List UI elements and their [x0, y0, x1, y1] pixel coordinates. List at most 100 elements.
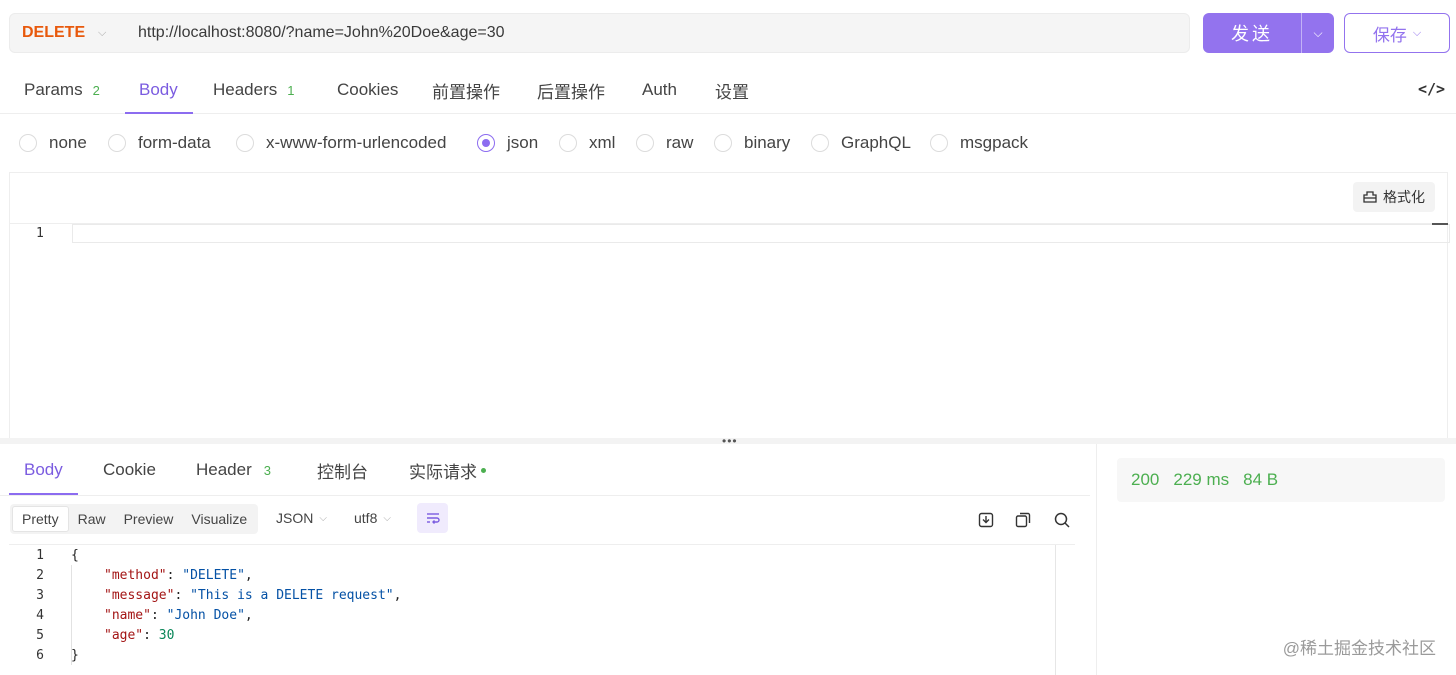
line-number: 1 [36, 226, 44, 241]
code-text: "name": "John Doe", [104, 607, 253, 623]
radio-label: json [507, 133, 539, 152]
radio-msgpack[interactable]: msgpack [930, 114, 1028, 172]
encoding-dropdown[interactable]: utf8 ⌵ [354, 510, 391, 526]
view-pretty[interactable]: Pretty [12, 506, 69, 532]
line-number: 3 [36, 587, 44, 603]
watermark: @稀土掘金技术社区 [1282, 639, 1436, 658]
format-icon [1363, 191, 1377, 203]
code-icon[interactable]: </> [1418, 80, 1445, 98]
status-dot-icon [481, 467, 486, 473]
save-button-label: 保存 [1372, 25, 1407, 45]
resp-tab-header[interactable]: Header 3 [196, 444, 271, 496]
request-bar: DELETE ⌵ http://localhost:8080/?name=Joh… [0, 0, 1456, 66]
current-line-highlight [72, 224, 1450, 243]
tab-body[interactable]: Body [139, 66, 178, 114]
save-button[interactable]: 保存 ⌵ [1344, 13, 1450, 53]
code-text: "message": "This is a DELETE request", [104, 587, 402, 603]
json-comma: , [393, 587, 402, 603]
tab-label: Body [139, 80, 178, 99]
radio-circle [811, 134, 829, 152]
tab-count: 1 [287, 82, 295, 98]
tab-params[interactable]: Params 2 [24, 66, 100, 114]
send-button[interactable]: 发送 [1203, 13, 1301, 53]
chevron-down-icon: ⌵ [1412, 26, 1422, 39]
code-text: "age": 30 [104, 627, 175, 643]
json-comma: , [244, 607, 253, 623]
tab-label: Body [24, 460, 63, 479]
format-value: JSON [276, 510, 314, 526]
radio-label: none [49, 133, 87, 152]
download-icon[interactable] [976, 510, 996, 530]
radio-graphql[interactable]: GraphQL [811, 114, 911, 172]
radio-circle [714, 134, 732, 152]
json-key: "method" [104, 567, 167, 583]
send-options-chevron-icon[interactable]: ⌵ [1301, 13, 1334, 53]
radio-binary[interactable]: binary [714, 114, 790, 172]
view-mode-group: Pretty Raw Preview Visualize [10, 504, 259, 534]
resp-tab-actual-request[interactable]: 实际请求 [409, 444, 486, 496]
json-key: "age" [104, 627, 144, 643]
tab-label: Cookies [337, 80, 399, 99]
url-input[interactable]: http://localhost:8080/?name=John%20Doe&a… [138, 24, 505, 42]
url-box: DELETE ⌵ http://localhost:8080/?name=Joh… [9, 13, 1190, 53]
scrollbar[interactable] [1055, 545, 1075, 675]
tab-label: Cookie [103, 460, 156, 479]
radio-form-data[interactable]: form-data [108, 114, 211, 172]
format-dropdown[interactable]: JSON ⌵ [276, 510, 327, 526]
resp-tab-console[interactable]: 控制台 [317, 444, 368, 496]
radio-xml[interactable]: xml [559, 114, 615, 172]
tab-headers[interactable]: Headers 1 [213, 66, 295, 114]
view-raw[interactable]: Raw [69, 506, 115, 532]
tab-label: Header [196, 460, 252, 479]
radio-circle [108, 134, 126, 152]
radio-circle [559, 134, 577, 152]
line-number: 6 [36, 647, 44, 663]
json-key: "name" [104, 607, 151, 623]
code-line: 3 "message": "This is a DELETE request", [9, 585, 1059, 605]
search-icon[interactable] [1052, 510, 1072, 530]
code-text: "method": "DELETE", [104, 567, 253, 583]
tab-post-operations[interactable]: 后置操作 [537, 66, 605, 114]
code-line: 6 } [9, 645, 1059, 665]
radio-json[interactable]: json [477, 114, 538, 172]
request-body-editor[interactable]: 格式化 1 [9, 172, 1450, 440]
code-line: 2 "method": "DELETE", [9, 565, 1059, 585]
view-preview[interactable]: Preview [115, 506, 183, 532]
body-type-selector: none form-data x-www-form-urlencoded jso… [0, 114, 1456, 172]
tab-label: Params [24, 80, 83, 99]
tab-settings[interactable]: 设置 [715, 66, 749, 114]
active-tab-indicator [9, 493, 78, 495]
copy-icon[interactable] [1013, 510, 1033, 530]
view-visualize[interactable]: Visualize [182, 506, 256, 532]
chevron-down-icon: ⌵ [319, 512, 327, 524]
status-code: 200 [1131, 470, 1160, 489]
radio-raw[interactable]: raw [636, 114, 693, 172]
tab-pre-operations[interactable]: 前置操作 [432, 66, 500, 114]
json-comma: , [244, 567, 253, 583]
method-selector[interactable]: DELETE [10, 24, 85, 42]
tab-label: 后置操作 [537, 82, 605, 102]
response-size: 84 B [1243, 470, 1279, 489]
radio-x-www-form-urlencoded[interactable]: x-www-form-urlencoded [236, 114, 446, 172]
json-value: "This is a DELETE request" [190, 587, 394, 603]
radio-circle [636, 134, 654, 152]
wrap-lines-button[interactable] [417, 503, 448, 533]
radio-circle [930, 134, 948, 152]
tab-cookies[interactable]: Cookies [337, 66, 398, 114]
resp-tab-body[interactable]: Body [24, 444, 63, 496]
chevron-down-icon[interactable]: ⌵ [82, 27, 138, 40]
code-line: 5 "age": 30 [9, 625, 1059, 645]
tab-label: 设置 [715, 82, 749, 102]
radio-circle [19, 134, 37, 152]
line-number: 4 [36, 607, 44, 623]
radio-none[interactable]: none [19, 114, 87, 172]
format-label: 格式化 [1383, 189, 1425, 205]
response-body-viewer[interactable]: 1 { 2 "method": "DELETE", 3 "message": "… [9, 544, 1075, 675]
chevron-down-icon: ⌵ [383, 512, 391, 524]
tab-auth[interactable]: Auth [642, 66, 677, 114]
resp-tab-cookie[interactable]: Cookie [103, 444, 156, 496]
encoding-value: utf8 [354, 510, 378, 526]
tab-label: Headers [213, 80, 278, 99]
format-button[interactable]: 格式化 [1353, 182, 1435, 212]
radio-label: form-data [138, 133, 211, 152]
